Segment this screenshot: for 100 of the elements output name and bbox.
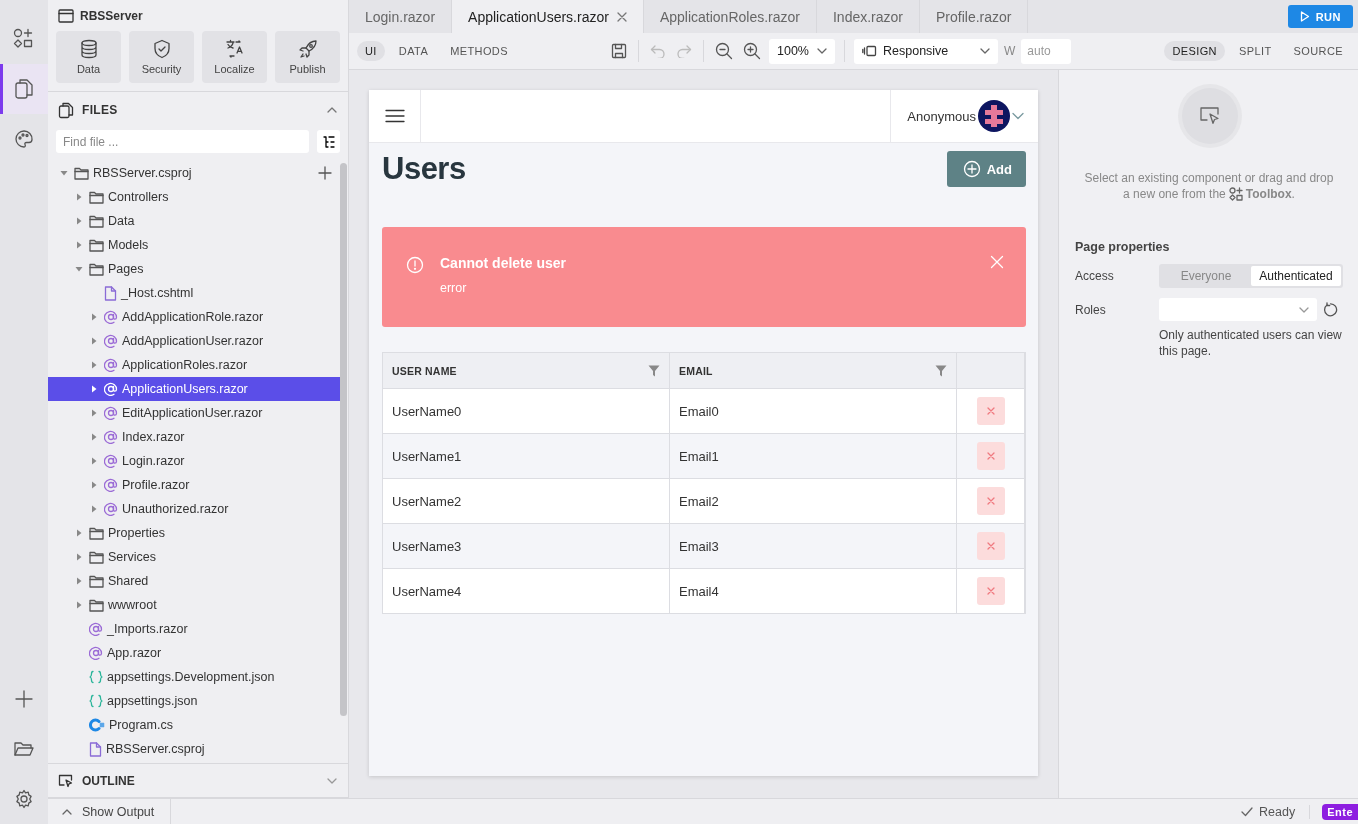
delete-button[interactable] bbox=[976, 442, 1005, 470]
caret-icon[interactable] bbox=[90, 505, 98, 513]
chevron-icon[interactable] bbox=[326, 776, 338, 785]
file-tree-item[interactable]: appsettings.json bbox=[48, 689, 340, 713]
caret-icon[interactable] bbox=[90, 337, 98, 345]
file-tree-item[interactable]: App.razor bbox=[48, 641, 340, 665]
editor-tab[interactable]: Profile.razor bbox=[920, 0, 1029, 33]
caret-icon[interactable] bbox=[75, 529, 83, 537]
column-header: USER NAME bbox=[383, 353, 670, 388]
user-name[interactable]: Anonymous bbox=[907, 108, 976, 124]
zoom-dropdown[interactable]: 100% bbox=[769, 38, 835, 64]
caret-icon[interactable] bbox=[75, 601, 83, 609]
caret-icon[interactable] bbox=[90, 481, 98, 489]
delete-button[interactable] bbox=[976, 577, 1005, 605]
refresh-icon[interactable] bbox=[1323, 302, 1338, 317]
file-tree-item[interactable]: RBSServer.csproj bbox=[48, 161, 340, 185]
mode-tab[interactable]: SOURCE bbox=[1285, 41, 1351, 61]
mode-tab[interactable]: DESIGN bbox=[1164, 41, 1225, 61]
caret-icon[interactable] bbox=[60, 169, 68, 177]
file-tree-item[interactable]: Shared bbox=[48, 569, 340, 593]
caret-icon[interactable] bbox=[90, 385, 98, 393]
delete-button[interactable] bbox=[976, 397, 1005, 425]
editor-tab[interactable]: ApplicationUsers.razor bbox=[452, 0, 644, 33]
file-tree-item[interactable]: Index.razor bbox=[48, 425, 340, 449]
editor-tab[interactable]: Index.razor bbox=[816, 0, 920, 33]
file-tree-item[interactable]: appsettings.Development.json bbox=[48, 665, 340, 689]
access-option[interactable]: Authenticated bbox=[1251, 266, 1341, 286]
folder-icon bbox=[89, 598, 104, 612]
width-field[interactable]: auto bbox=[1021, 38, 1072, 64]
file-tree-item[interactable]: AddApplicationRole.razor bbox=[48, 305, 340, 329]
folder-icon[interactable] bbox=[13, 740, 35, 758]
zoom-out-icon[interactable] bbox=[715, 42, 733, 60]
editor-tab[interactable]: ApplicationRoles.razor bbox=[643, 0, 817, 33]
view-tab[interactable]: METHODS bbox=[442, 41, 516, 61]
chevron-icon[interactable] bbox=[326, 106, 338, 114]
mode-tab[interactable]: SPLIT bbox=[1230, 41, 1280, 61]
caret-icon[interactable] bbox=[75, 193, 83, 201]
caret-icon[interactable] bbox=[90, 433, 98, 441]
file-tree-item[interactable]: Properties bbox=[48, 521, 340, 545]
toolbox-icon[interactable] bbox=[13, 28, 35, 50]
file-tree-item[interactable]: Services bbox=[48, 545, 340, 569]
close-icon[interactable] bbox=[616, 11, 627, 22]
caret-icon[interactable] bbox=[75, 577, 83, 585]
activity-tab[interactable] bbox=[0, 64, 48, 114]
caret-icon[interactable] bbox=[75, 241, 83, 249]
save-icon[interactable] bbox=[611, 43, 627, 59]
file-tree-item[interactable]: Models bbox=[48, 233, 340, 257]
caret-icon[interactable] bbox=[75, 553, 83, 561]
device-dropdown[interactable]: Responsive bbox=[854, 38, 998, 64]
file-tree-item[interactable]: AddApplicationUser.razor bbox=[48, 329, 340, 353]
file-tree-item[interactable]: Data bbox=[48, 209, 340, 233]
caret-icon[interactable] bbox=[75, 265, 83, 273]
view-tab[interactable]: UI bbox=[357, 41, 385, 61]
file-tree-item[interactable]: EditApplicationUser.razor bbox=[48, 401, 340, 425]
delete-button[interactable] bbox=[976, 532, 1005, 560]
settings-icon[interactable] bbox=[14, 789, 34, 809]
avatar-icon[interactable] bbox=[978, 100, 1010, 132]
caret-icon[interactable] bbox=[90, 457, 98, 465]
alert-message: error bbox=[440, 281, 468, 295]
file-tree-item[interactable]: Profile.razor bbox=[48, 473, 340, 497]
caret-icon[interactable] bbox=[90, 361, 98, 369]
file-tree-item[interactable]: _Imports.razor bbox=[48, 617, 340, 641]
chevron-icon[interactable] bbox=[1012, 112, 1024, 120]
plus-icon[interactable] bbox=[318, 166, 332, 180]
file-tree-item[interactable]: Controllers bbox=[48, 185, 340, 209]
plus-icon[interactable] bbox=[14, 689, 34, 709]
file-tree-item[interactable]: Unauthorized.razor bbox=[48, 497, 340, 521]
filter-icon[interactable] bbox=[648, 364, 660, 377]
table-cell: Email2 bbox=[670, 478, 957, 523]
file-tree-item[interactable]: _Host.cshtml bbox=[48, 281, 340, 305]
database-icon bbox=[78, 39, 99, 59]
zoom-in-icon[interactable] bbox=[743, 42, 761, 60]
view-tab[interactable]: DATA bbox=[390, 41, 437, 61]
delete-button[interactable] bbox=[976, 487, 1005, 515]
tool-button[interactable]: Publish bbox=[275, 31, 340, 83]
file-tree-item[interactable]: ApplicationUsers.razor bbox=[48, 377, 340, 401]
tool-button[interactable]: Security bbox=[129, 31, 194, 83]
tool-button[interactable]: Localize bbox=[202, 31, 267, 83]
show-output-button[interactable]: Show Output bbox=[48, 798, 172, 824]
caret-icon[interactable] bbox=[90, 409, 98, 417]
search-field[interactable]: Find file ... bbox=[56, 130, 309, 153]
add-button[interactable]: Add bbox=[946, 151, 1026, 187]
chevron-icon bbox=[62, 808, 72, 815]
run-button[interactable]: RUN bbox=[1287, 5, 1353, 28]
files-icon[interactable] bbox=[14, 78, 34, 100]
caret-icon[interactable] bbox=[75, 217, 83, 225]
scrollbar[interactable] bbox=[340, 163, 347, 716]
file-tree-item[interactable]: Login.razor bbox=[48, 449, 340, 473]
file-tree-item[interactable]: Pages bbox=[48, 257, 340, 281]
caret-icon[interactable] bbox=[90, 313, 98, 321]
file-tree-item[interactable]: ApplicationRoles.razor bbox=[48, 353, 340, 377]
palette-icon[interactable] bbox=[14, 129, 34, 149]
file-tree-item[interactable]: Program.cs bbox=[48, 713, 340, 737]
close-icon bbox=[986, 542, 995, 550]
tool-button[interactable]: Data bbox=[56, 31, 121, 83]
filter-icon[interactable] bbox=[935, 364, 947, 377]
file-tree-item[interactable]: wwwroot bbox=[48, 593, 340, 617]
file-tree-item[interactable]: RBSServer.csproj bbox=[48, 737, 340, 761]
tree-view-button[interactable] bbox=[317, 130, 340, 153]
folder-icon bbox=[89, 238, 104, 252]
